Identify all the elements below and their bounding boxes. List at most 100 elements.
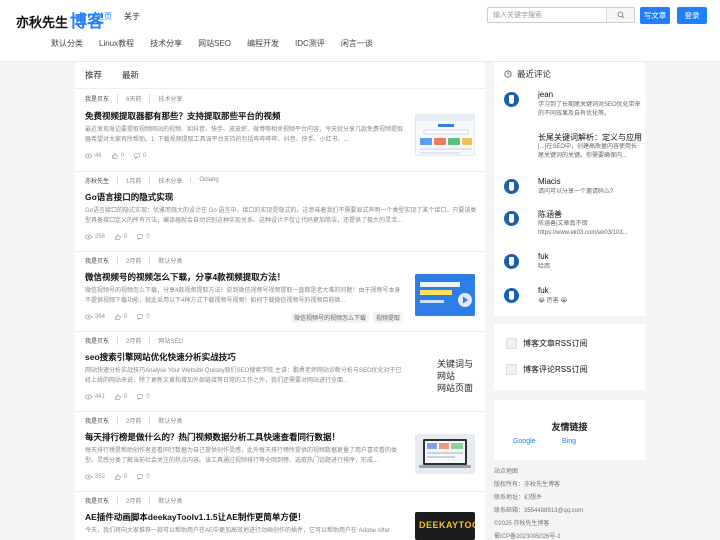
article-author[interactable]: 我是贝东 (85, 336, 117, 345)
view-count: 352 (95, 474, 106, 480)
comment-icon[interactable] (137, 234, 144, 240)
avatar[interactable] (504, 179, 519, 194)
search-button[interactable] (606, 8, 634, 22)
article-stats: 256 0 0 (85, 232, 150, 242)
contact-email: 联系邮箱：3554488913@qq.com (494, 508, 584, 514)
article-title[interactable]: 微信视频号的视频怎么下载，分享4款视频提取方法！ (85, 271, 415, 283)
article-category[interactable]: 技术分享 (149, 175, 190, 185)
friend-link-google[interactable]: Google (513, 438, 536, 445)
comment-icon[interactable] (134, 153, 140, 159)
avatar[interactable] (504, 211, 519, 226)
category-nav: 默认分类 Linux教程 技术分享 网站SEO 编程开发 IDC测评 闲言一谈 (51, 38, 373, 49)
article-author[interactable]: 我是贝东 (85, 496, 117, 505)
list-tabs: 推荐 最新 (75, 62, 485, 89)
friend-link-bing[interactable]: Bing (562, 438, 576, 445)
comment-text: [...]在SEO中，创建高质量内容使用长尾关键词的关键。你需要确保内... (538, 144, 638, 159)
thumbs-up-icon[interactable] (115, 314, 121, 320)
nav-about[interactable]: 关于 (124, 11, 140, 22)
comment-icon[interactable] (137, 474, 144, 480)
comment-item[interactable]: fuk 😭 厉害 😭 (504, 286, 639, 312)
nav-home[interactable]: 首页 (96, 11, 112, 22)
article-meta: 亦秋先生 1月前 技术分享 Golang (85, 174, 227, 186)
comment-author[interactable]: 长尾关键词解析：定义与应用 (538, 132, 642, 143)
logo-text: 亦秋先生 (16, 15, 69, 30)
category-linux[interactable]: Linux教程 (99, 38, 134, 49)
comment-item[interactable]: fuk 哈西 (504, 252, 639, 278)
article-item[interactable]: 我是贝东 2月前 网站SEO seo搜索引擎网站优化快速分析实战技巧 网站快速分… (75, 332, 485, 412)
write-article-button[interactable]: 写文章 (640, 7, 670, 24)
comment-icon[interactable] (137, 394, 144, 400)
article-title[interactable]: AE插件动画脚本deekayToolv1.1.5让AE制作更简单方便！ (85, 511, 415, 523)
article-category[interactable]: 网站SEO (149, 335, 191, 345)
article-title[interactable]: seo搜索引擎网站优化快速分析实战技巧 (85, 351, 415, 363)
comment-item[interactable]: Miacis 请问可以分享一个邀请码么? (504, 177, 639, 209)
rss-posts-link[interactable]: 博客文章RSS订阅 (506, 338, 587, 349)
icp-record[interactable]: 蜀ICP备2023005026号-1 (494, 531, 645, 540)
article-tag[interactable]: 视频提取 (373, 312, 404, 323)
comment-author[interactable]: 陈涵善 (538, 209, 562, 220)
view-count: 256 (95, 234, 106, 240)
article-author[interactable]: 亦秋先生 (85, 176, 117, 185)
like-count: 0 (124, 234, 128, 240)
comment-author[interactable]: fuk (538, 286, 549, 295)
avatar[interactable] (504, 288, 519, 303)
search-input[interactable] (488, 8, 606, 22)
site-logo[interactable]: 亦秋先生 博客 (16, 7, 104, 31)
article-item[interactable]: 我是贝东 6天前 技术分享 免费视频提取器都有那些？支持提取那些平台的视频 最近… (75, 92, 485, 172)
category-idc[interactable]: IDC测评 (295, 38, 325, 49)
article-thumbnail[interactable]: DEEKAYTOOL (415, 512, 475, 540)
sitemap-link[interactable]: 站点地图 (494, 466, 645, 479)
article-item[interactable]: 我是贝东 2月前 默认分类 微信视频号的视频怎么下载，分享4款视频提取方法！ 微… (75, 252, 485, 332)
thumbs-up-icon[interactable] (115, 234, 121, 240)
thumbs-up-icon[interactable] (111, 153, 118, 159)
thumbs-up-icon[interactable] (115, 474, 121, 480)
article-item[interactable]: 亦秋先生 1月前 技术分享 Golang Go语言接口的隐式实现 Go语言接口的… (75, 172, 485, 252)
article-item[interactable]: 我是贝东 2月前 默认分类 每天排行榜是做什么的？热门视频数据分析工具快速查看同… (75, 412, 485, 492)
comment-count: 0 (146, 394, 150, 400)
comment-author[interactable]: jean (538, 90, 553, 99)
article-tag[interactable]: 微信视频号的视频怎么下载 (291, 312, 370, 323)
recent-comments-panel: 最近评论 jean 学习到了长期尾关键词对SEO优化带来的不同效果及自有优化等。… (494, 62, 645, 316)
article-list: 推荐 最新 我是贝东 6天前 技术分享 免费视频提取器都有那些？支持提取那些平台… (75, 62, 485, 540)
article-thumbnail[interactable] (415, 114, 475, 156)
article-category[interactable]: Golang (190, 177, 226, 183)
category-default[interactable]: 默认分类 (51, 38, 83, 49)
like-count: 0 (120, 153, 125, 159)
category-tech[interactable]: 技术分享 (150, 38, 182, 49)
article-thumbnail[interactable]: 关键词与 网站 网站页面 (415, 352, 475, 398)
article-excerpt: 今天，我们将向大家推荐一款可以帮助用户在AE中更加高效地进行动画创作的插件，它可… (85, 528, 391, 534)
site-footer: 站点地图 版权所有：亦秋先生博客 联系地址：幻想乡 联系邮箱：355448891… (494, 466, 645, 540)
article-category[interactable]: 默认分类 (149, 415, 190, 425)
article-title[interactable]: 免费视频提取器都有那些？支持提取那些平台的视频 (85, 110, 415, 122)
article-thumbnail[interactable] (415, 274, 475, 316)
comment-author[interactable]: Miacis (538, 177, 561, 186)
article-author[interactable]: 我是贝东 (85, 416, 117, 425)
top-header: 亦秋先生 博客 首页 关于 写文章 登录 默认分类 Linux教程 技术分享 网… (0, 0, 720, 62)
comment-item[interactable]: 长尾关键词解析：定义与应用 [...]在SEO中，创建高质量内容使用长尾关键词的… (504, 132, 642, 172)
thumbs-up-icon[interactable] (115, 394, 121, 400)
category-seo[interactable]: 网站SEO (198, 38, 231, 49)
article-thumbnail[interactable] (415, 434, 475, 474)
tab-recommended[interactable]: 推荐 (85, 69, 102, 81)
login-button[interactable]: 登录 (677, 7, 707, 24)
article-category[interactable]: 技术分享 (149, 93, 190, 103)
article-title[interactable]: 每天排行榜是做什么的？热门视频数据分析工具快速查看同行数据！ (85, 431, 415, 443)
tab-latest[interactable]: 最新 (122, 69, 139, 81)
comment-author[interactable]: fuk (538, 252, 549, 261)
article-category[interactable]: 默认分类 (149, 255, 190, 265)
comment-icon[interactable] (137, 314, 144, 320)
article-author[interactable]: 我是贝东 (85, 94, 117, 103)
avatar[interactable] (504, 254, 519, 269)
copyright-owner: 版权所有：亦秋先生博客 (494, 482, 561, 488)
avatar[interactable] (504, 92, 519, 107)
comment-item[interactable]: jean 学习到了长期尾关键词对SEO优化带来的不同效果及自有优化等。 (504, 90, 641, 130)
article-author[interactable]: 我是贝东 (85, 256, 117, 265)
article-title[interactable]: Go语言接口的隐式实现 (85, 191, 475, 203)
category-dev[interactable]: 编程开发 (247, 38, 279, 49)
comment-item[interactable]: 陈涵善 陈涵善|文章真不错 https://www.ek03.com/ek03/… (504, 209, 639, 245)
category-chat[interactable]: 闲言一谈 (341, 38, 373, 49)
rss-comments-link[interactable]: 博客评论RSS订阅 (506, 364, 587, 375)
article-category[interactable]: 默认分类 (149, 495, 190, 505)
article-item[interactable]: 我是贝东 2月前 默认分类 AE插件动画脚本deekayToolv1.1.5让A… (75, 492, 485, 540)
view-count: 441 (95, 394, 106, 400)
